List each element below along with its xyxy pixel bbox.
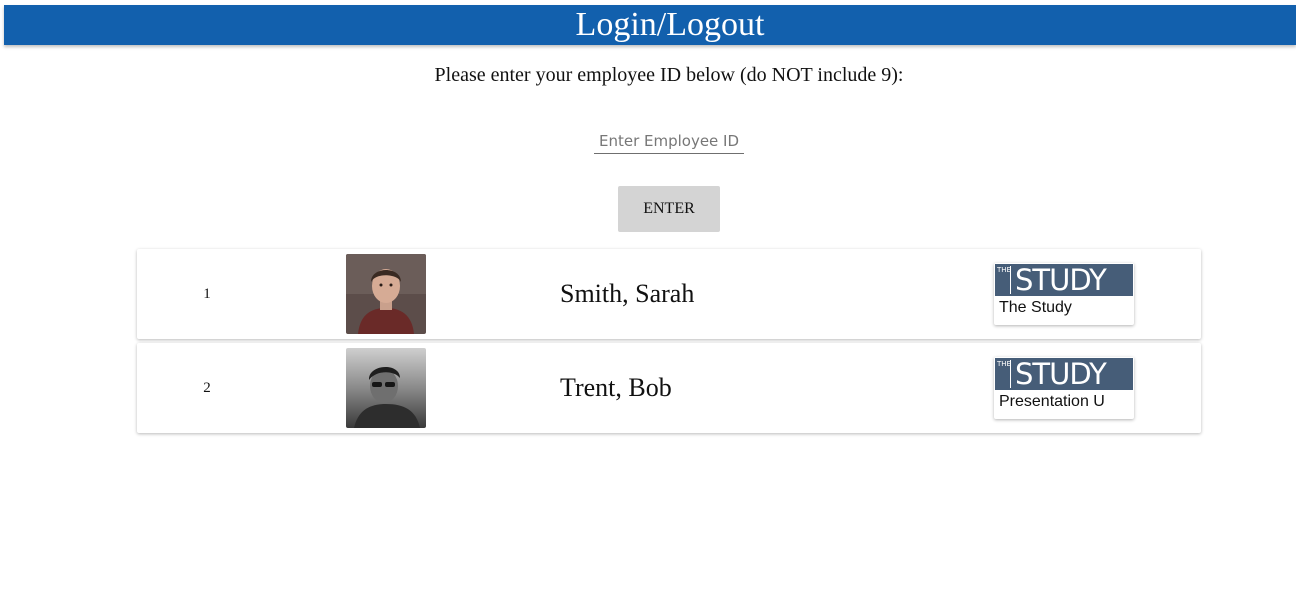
employee-name: Smith, Sarah bbox=[560, 279, 695, 308]
employee-row[interactable]: 2 Trent, Bob THE STUDY Presentation U bbox=[137, 343, 1201, 433]
avatar bbox=[346, 348, 426, 428]
logo-study-text: STUDY bbox=[1015, 357, 1107, 391]
page-title: Login/Logout bbox=[575, 6, 765, 43]
the-study-logo: THE STUDY bbox=[995, 358, 1133, 390]
page-header: Login/Logout bbox=[4, 5, 1296, 45]
row-number: 2 bbox=[203, 380, 211, 396]
location-chip[interactable]: THE STUDY The Study bbox=[994, 263, 1134, 325]
person-photo-icon bbox=[346, 348, 426, 428]
login-instruction: Please enter your employee ID below (do … bbox=[434, 64, 904, 86]
the-study-logo: THE STUDY bbox=[995, 264, 1133, 296]
location-label: The Study bbox=[999, 299, 1072, 316]
employee-id-input[interactable] bbox=[594, 128, 744, 154]
enter-button[interactable]: ENTER bbox=[618, 186, 720, 232]
logo-the-text: THE bbox=[997, 266, 1011, 294]
row-number: 1 bbox=[203, 286, 211, 302]
avatar bbox=[346, 254, 426, 334]
logo-the-text: THE bbox=[997, 360, 1011, 388]
employee-row[interactable]: 1 Smith, Sarah THE STUDY The Study bbox=[137, 249, 1201, 339]
employee-name: Trent, Bob bbox=[560, 373, 672, 402]
location-chip[interactable]: THE STUDY Presentation U bbox=[994, 357, 1134, 419]
person-photo-icon bbox=[346, 254, 426, 334]
location-label: Presentation U bbox=[999, 393, 1105, 410]
logo-study-text: STUDY bbox=[1015, 263, 1107, 297]
